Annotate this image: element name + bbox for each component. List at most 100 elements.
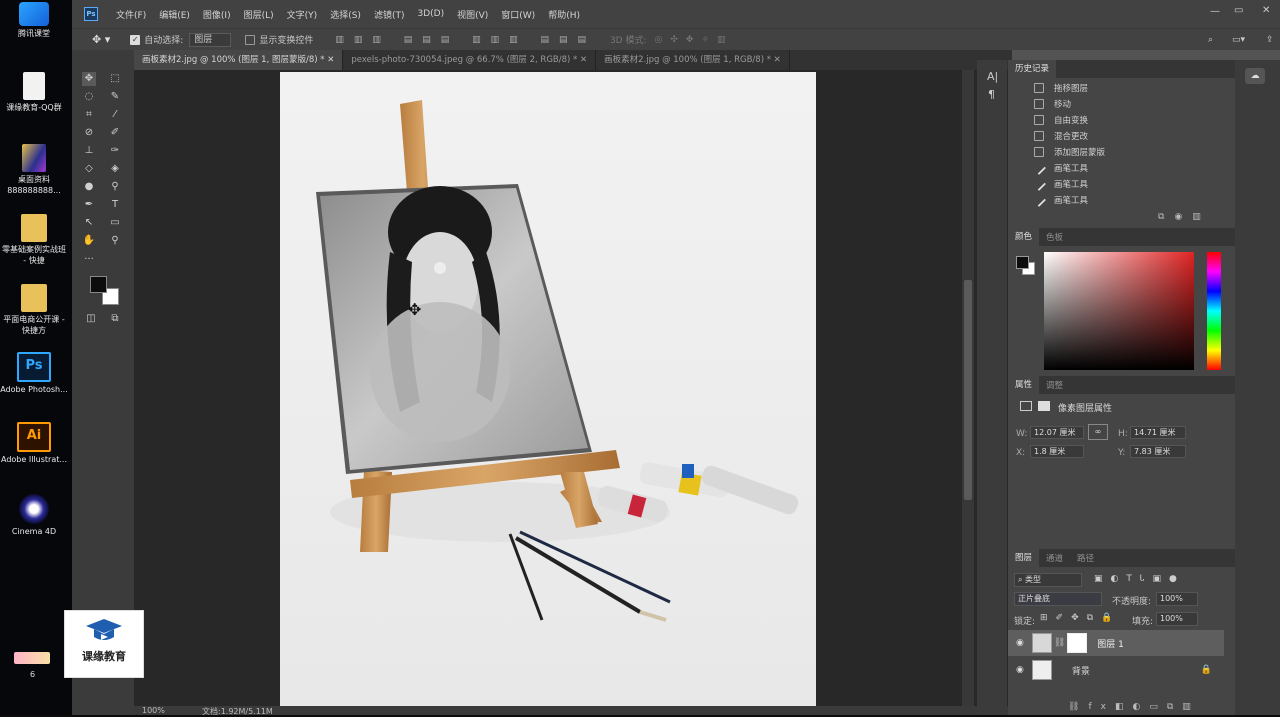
history-item[interactable]: 画笔工具 bbox=[1008, 192, 1220, 208]
x-position-field[interactable]: 1.8 厘米 bbox=[1030, 445, 1084, 458]
menu-filter[interactable]: 滤镜(T) bbox=[374, 8, 405, 21]
menu-view[interactable]: 视图(V) bbox=[457, 8, 488, 21]
desktop-icon-tencent-classroom[interactable]: 腾讯课堂 bbox=[0, 2, 68, 39]
show-transform-checkbox[interactable] bbox=[245, 34, 256, 45]
desktop-icon-qq-group[interactable]: 课缘教育-QQ群 bbox=[0, 72, 68, 113]
dodge-tool-icon[interactable]: ⚲ bbox=[108, 180, 122, 194]
3d-mode-buttons[interactable]: ◎✣✥✧▥ bbox=[655, 35, 734, 45]
color-fg-swatch[interactable] bbox=[1016, 256, 1029, 269]
search-icon[interactable]: ⌕ bbox=[1208, 35, 1213, 45]
layer-name[interactable]: 背景 bbox=[1072, 664, 1090, 677]
tab-history[interactable]: 历史记录 bbox=[1008, 60, 1057, 78]
layer-filter-dropdown[interactable]: ⌕ 类型 bbox=[1014, 573, 1082, 587]
history-item[interactable]: 拖移图层 bbox=[1008, 80, 1220, 96]
taskbar-item[interactable] bbox=[14, 652, 50, 664]
menu-type[interactable]: 文字(Y) bbox=[287, 8, 318, 21]
pen-tool-icon[interactable]: ✒ bbox=[82, 198, 96, 212]
tab-swatches[interactable]: 色板 bbox=[1039, 231, 1070, 243]
desktop-icon-photoshop[interactable]: Ps Adobe Photosh... bbox=[0, 352, 68, 395]
history-item[interactable]: 混合更改 bbox=[1008, 128, 1220, 144]
crop-tool-icon[interactable]: ⌗ bbox=[82, 108, 96, 122]
add-mask-icon[interactable]: ◧ bbox=[1115, 702, 1133, 712]
menu-layer[interactable]: 图层(L) bbox=[244, 8, 274, 21]
canvas-area[interactable]: ✥ bbox=[134, 70, 1012, 706]
layer-mask-thumbnail[interactable] bbox=[1067, 633, 1088, 653]
tab-properties[interactable]: 属性 bbox=[1008, 376, 1040, 394]
color-picker-field[interactable] bbox=[1044, 252, 1194, 370]
character-panel-icon[interactable]: A| bbox=[987, 70, 998, 83]
zoom-tool-icon[interactable]: ⚲ bbox=[108, 234, 122, 248]
blur-tool-icon[interactable]: ● bbox=[82, 180, 96, 194]
paragraph-panel-icon[interactable]: ¶ bbox=[988, 88, 995, 101]
eraser-tool-icon[interactable]: ◇ bbox=[82, 162, 96, 176]
tab-color[interactable]: 颜色 bbox=[1008, 228, 1040, 246]
desktop-icon-desktop-materials[interactable]: 桌面资料 888888888... bbox=[0, 144, 68, 196]
history-item[interactable]: 移动 bbox=[1008, 96, 1220, 112]
type-tool-icon[interactable]: T bbox=[108, 198, 122, 212]
desktop-icon-illustrator[interactable]: Ai Adobe Illustrat... bbox=[0, 422, 68, 465]
link-dimensions-icon[interactable]: ∞ bbox=[1088, 424, 1108, 440]
hue-slider[interactable] bbox=[1207, 252, 1221, 370]
layer-name[interactable]: 图层 1 bbox=[1097, 637, 1124, 650]
share-icon[interactable]: ⇪ bbox=[1266, 35, 1274, 45]
quick-mask-icon[interactable]: ◫ bbox=[84, 312, 98, 326]
opacity-field[interactable]: 100% bbox=[1156, 592, 1198, 606]
trash-icon[interactable]: ▥ bbox=[1192, 212, 1211, 222]
more-tools-icon[interactable]: ··· bbox=[82, 253, 96, 267]
auto-select-checkbox[interactable]: ✓ bbox=[130, 34, 141, 45]
align-buttons[interactable]: ▥▥▥ ▤▤▤ ▥▥▥ ▤▤▤ bbox=[335, 35, 596, 45]
lasso-tool-icon[interactable]: ◌ bbox=[82, 90, 96, 104]
document-canvas[interactable]: ✥ bbox=[280, 72, 816, 706]
zoom-level[interactable]: 100% bbox=[142, 706, 165, 715]
history-item[interactable]: 自由变换 bbox=[1008, 112, 1220, 128]
history-item[interactable]: 画笔工具 bbox=[1008, 176, 1220, 192]
desktop-icon-zero-basics[interactable]: 零基础案例实战班 - 快捷 bbox=[0, 214, 68, 266]
history-item[interactable]: 添加图层蒙版 bbox=[1008, 144, 1220, 160]
auto-select-dropdown[interactable]: 图层 bbox=[189, 32, 232, 47]
visibility-eye-icon[interactable]: ◉ bbox=[1016, 665, 1024, 675]
vertical-scrollbar[interactable] bbox=[962, 70, 974, 706]
desktop-icon-cinema4d[interactable]: Cinema 4D bbox=[0, 494, 68, 537]
y-position-field[interactable]: 7.83 厘米 bbox=[1130, 445, 1186, 458]
height-field[interactable]: 14.71 厘米 bbox=[1130, 426, 1186, 439]
brush-tool-icon[interactable]: ✐ bbox=[108, 126, 122, 140]
tab-adjustments[interactable]: 调整 bbox=[1039, 379, 1070, 391]
quick-select-tool-icon[interactable]: ✎ bbox=[108, 90, 122, 104]
path-select-tool-icon[interactable]: ↖ bbox=[82, 216, 96, 230]
move-tool-preset-icon[interactable]: ✥ ▾ bbox=[92, 33, 110, 46]
hand-tool-icon[interactable]: ✋ bbox=[82, 234, 96, 248]
layer-row-layer1[interactable]: ◉ ⛓ 图层 1 bbox=[1008, 630, 1224, 656]
close-button[interactable]: ✕ bbox=[1262, 5, 1270, 16]
eyedropper-tool-icon[interactable]: ⁄ bbox=[108, 108, 122, 122]
foreground-color-swatch[interactable] bbox=[90, 276, 107, 293]
tab-document-3[interactable]: 画板素材2.jpg @ 100% (图层 1, RGB/8) * ✕ bbox=[596, 50, 790, 70]
menu-window[interactable]: 窗口(W) bbox=[501, 8, 535, 21]
link-icon[interactable]: ⛓ bbox=[1054, 638, 1065, 648]
scroll-thumb[interactable] bbox=[964, 280, 972, 500]
new-layer-icon[interactable]: ⧉ bbox=[1167, 702, 1182, 712]
rectangle-tool-icon[interactable]: ▭ bbox=[108, 216, 122, 230]
menu-3d[interactable]: 3D(D) bbox=[417, 9, 444, 19]
paint-bucket-tool-icon[interactable]: ◈ bbox=[108, 162, 122, 176]
tab-paths[interactable]: 路径 bbox=[1070, 552, 1101, 564]
healing-tool-icon[interactable]: ⊘ bbox=[82, 126, 96, 140]
menu-help[interactable]: 帮助(H) bbox=[548, 8, 580, 21]
tab-channels[interactable]: 通道 bbox=[1039, 552, 1070, 564]
camera-icon[interactable]: ◉ bbox=[1174, 212, 1192, 222]
libraries-icon[interactable]: ☁ bbox=[1245, 68, 1265, 84]
fx-icon[interactable]: fx bbox=[1088, 702, 1115, 712]
width-field[interactable]: 12.07 厘米 bbox=[1030, 426, 1084, 439]
menu-edit[interactable]: 编辑(E) bbox=[159, 8, 190, 21]
adjustment-icon[interactable]: ◐ bbox=[1132, 702, 1149, 712]
stamp-tool-icon[interactable]: ⊥ bbox=[82, 144, 96, 158]
lock-icons[interactable]: ⊞✐✥⧉🔒 bbox=[1040, 613, 1120, 623]
workspace-icon[interactable]: ▭▾ bbox=[1232, 35, 1245, 45]
tab-document-2[interactable]: pexels-photo-730054.jpeg @ 66.7% (图层 2, … bbox=[343, 50, 597, 70]
history-item[interactable]: 画笔工具 bbox=[1008, 160, 1220, 176]
tab-layers[interactable]: 图层 bbox=[1008, 549, 1040, 567]
group-icon[interactable]: ▭ bbox=[1149, 702, 1167, 712]
blend-mode-dropdown[interactable]: 正片叠底 bbox=[1014, 592, 1102, 606]
menu-file[interactable]: 文件(F) bbox=[116, 8, 146, 21]
link-layers-icon[interactable]: ⛓ bbox=[1068, 702, 1088, 712]
marquee-tool-icon[interactable]: ⬚ bbox=[108, 72, 122, 86]
